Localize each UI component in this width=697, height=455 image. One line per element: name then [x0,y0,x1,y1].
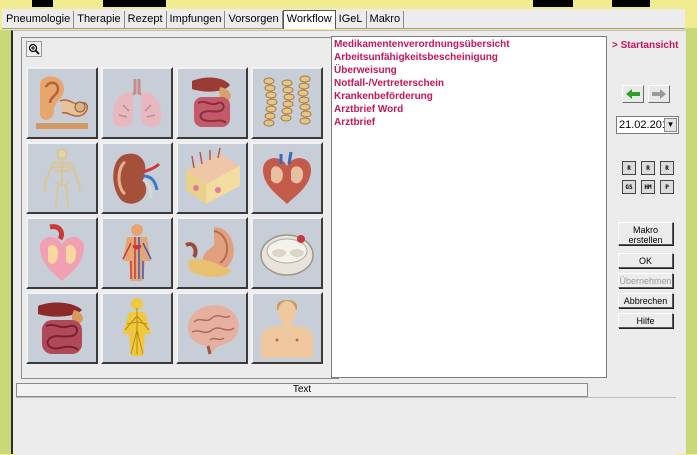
rezept-icon[interactable]: R [622,161,636,175]
kidney-anatomy-icon[interactable] [101,142,173,214]
forward-arrow-icon[interactable] [648,85,670,103]
list-item[interactable]: Arbeitsunfähigkeitsbescheinigung [334,51,604,64]
create-macro-button[interactable]: Makro erstellen [618,222,673,245]
tab-makro[interactable]: Makro [367,11,405,28]
skeleton-anatomy-icon[interactable] [26,142,98,214]
digestive-system-icon[interactable] [176,67,248,139]
tab-rezept[interactable]: Rezept [125,11,167,28]
back-arrow-icon[interactable] [622,85,644,103]
banner-dark-block [32,0,53,7]
zoom-in-icon[interactable] [26,41,42,57]
male-torso-icon[interactable] [251,292,323,364]
nervous-system-icon[interactable] [101,292,173,364]
knee-joint-icon[interactable] [251,217,323,289]
tab-pneumologie[interactable]: Pneumologie [4,11,75,28]
tab-bar: Pneumologie Therapie Rezept Impfungen Vo… [2,9,685,29]
workflow-list: Medikamentenverordnungsübersicht Arbeits… [331,36,607,378]
tab-vorsorgen[interactable]: Vorsorgen [225,11,283,28]
list-item[interactable]: Krankenbeförderung [334,90,604,103]
help-button[interactable]: Hilfe [618,313,673,328]
text-column-header: Text [16,383,588,397]
banner-dark-block [103,0,166,7]
date-picker[interactable]: 21.02.2011 ▼ [616,116,679,134]
side-panel: > Startansicht 21.02.2011 ▼ R R R GS HM … [609,31,686,383]
stomach-pancreas-icon[interactable] [176,217,248,289]
start-view-link[interactable]: > Startansicht [612,40,678,51]
heart-anatomy-icon[interactable] [251,142,323,214]
right-background-strip [686,28,697,454]
top-banner [0,0,697,9]
skin-layers-icon[interactable] [176,142,248,214]
heart-section-icon[interactable] [26,217,98,289]
spine-anatomy-icon[interactable] [251,67,323,139]
tab-igel[interactable]: IGeL [336,11,367,28]
apply-button[interactable]: Übernehmen [618,273,673,288]
banner-dark-block [533,0,573,7]
rezept-private-icon[interactable]: R [641,161,655,175]
text-area[interactable] [16,397,676,455]
vascular-system-icon[interactable] [101,217,173,289]
brain-anatomy-icon[interactable] [176,292,248,364]
chevron-down-icon[interactable]: ▼ [664,118,677,132]
ok-button[interactable]: OK [618,253,673,268]
list-item[interactable]: Überweisung [334,64,604,77]
tab-impfungen[interactable]: Impfungen [167,11,226,28]
liver-intestine-icon[interactable] [26,292,98,364]
lungs-anatomy-icon[interactable] [101,67,173,139]
create-macro-label-2: erstellen [628,235,663,245]
workflow-window: Medikamentenverordnungsübersicht Arbeits… [11,30,686,455]
ok-label: OK [638,256,652,266]
tab-workflow[interactable]: Workflow [282,10,336,29]
cancel-label: Abbrechen [623,296,668,306]
gs-form-icon[interactable]: GS [622,180,636,194]
hm-form-icon[interactable]: HM [641,180,655,194]
p-form-icon[interactable]: P [660,180,674,194]
create-macro-label-1: Makro [632,225,658,235]
anatomy-panel [21,37,339,379]
help-label: Hilfe [636,316,655,326]
rezept-green-icon[interactable]: R [660,161,674,175]
tab-therapie[interactable]: Therapie [74,11,125,28]
list-item[interactable]: Medikamentenverordnungsübersicht [334,38,604,51]
banner-dark-block [612,0,650,7]
left-background-strip [0,30,11,454]
apply-label: Übernehmen [619,276,672,286]
list-item[interactable]: Arztbrief [334,116,604,129]
ear-anatomy-icon[interactable] [26,67,98,139]
cancel-button[interactable]: Abbrechen [618,293,673,308]
list-item[interactable]: Arztbrief Word [334,103,604,116]
anatomy-grid [26,67,323,364]
list-item[interactable]: Notfall-/Vertreterschein [334,77,604,90]
